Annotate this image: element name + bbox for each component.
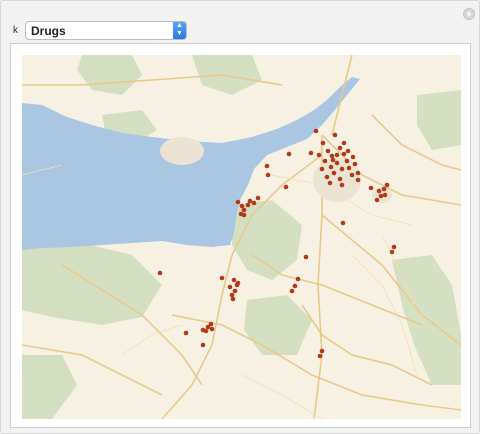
crime-marker: [208, 321, 214, 327]
chevron-updown-icon[interactable]: ▲ ▼: [173, 22, 186, 39]
crime-marker: [289, 288, 295, 294]
crime-marker: [322, 158, 328, 164]
crime-marker: [332, 132, 338, 138]
crime-marker: [264, 163, 270, 169]
crime-marker: [317, 353, 323, 359]
crime-marker: [200, 327, 206, 333]
crime-marker: [345, 148, 351, 154]
crime-marker: [340, 220, 346, 226]
crime-marker: [157, 270, 163, 276]
crime-marker: [334, 152, 340, 158]
crime-marker: [384, 182, 390, 188]
crime-marker: [330, 157, 336, 163]
crime-marker: [235, 199, 241, 205]
crime-marker: [247, 198, 253, 204]
crime-marker: [219, 275, 225, 281]
crime-marker: [303, 254, 309, 260]
crime-marker: [229, 292, 235, 298]
crime-marker: [389, 249, 395, 255]
options-icon[interactable]: [463, 8, 475, 20]
crime-marker: [339, 182, 345, 188]
crime-marker: [320, 140, 326, 146]
crime-marker: [341, 140, 347, 146]
crime-marker: [313, 128, 319, 134]
crime-marker: [232, 288, 238, 294]
crime-marker: [183, 330, 189, 336]
crime-marker: [319, 348, 325, 354]
manipulate-panel: k Drugs ▲ ▼: [0, 0, 480, 434]
select-value: Drugs: [31, 24, 66, 38]
crime-marker: [325, 148, 331, 154]
crime-marker: [328, 164, 334, 170]
crime-marker: [227, 284, 233, 290]
crime-marker: [339, 166, 345, 172]
crime-marker: [209, 326, 215, 332]
crime-marker: [376, 188, 382, 194]
crime-marker: [374, 197, 380, 203]
crime-marker: [319, 166, 325, 172]
crime-marker: [231, 277, 237, 283]
crime-marker: [350, 154, 356, 160]
crime-marker: [295, 276, 301, 282]
crime-marker: [368, 185, 374, 191]
crime-marker: [355, 177, 361, 183]
crime-marker: [346, 165, 352, 171]
crime-marker: [286, 151, 292, 157]
crime-marker: [329, 153, 335, 159]
map-graphic: [22, 55, 461, 419]
crime-marker: [239, 203, 245, 209]
crime-marker: [378, 193, 384, 199]
crime-marker: [292, 283, 298, 289]
crime-marker: [200, 342, 206, 348]
crime-marker: [316, 152, 322, 158]
crime-marker: [245, 202, 251, 208]
crime-marker: [241, 207, 247, 213]
crime-marker: [381, 186, 387, 192]
crime-marker: [324, 174, 330, 180]
crime-marker: [230, 296, 236, 302]
crime-marker: [308, 150, 314, 156]
control-label: k: [13, 25, 18, 36]
crime-marker: [349, 172, 355, 178]
crime-marker: [331, 170, 337, 176]
crime-marker: [337, 176, 343, 182]
crime-marker: [251, 200, 257, 206]
crime-marker: [355, 170, 361, 176]
crime-marker: [382, 192, 388, 198]
crime-marker: [235, 280, 241, 286]
crime-marker: [337, 145, 343, 151]
crime-marker: [344, 158, 350, 164]
crime-marker: [391, 244, 397, 250]
map-frame: [10, 43, 471, 428]
crime-marker: [352, 161, 358, 167]
crime-marker: [255, 195, 261, 201]
crime-marker: [334, 160, 340, 166]
crime-marker: [327, 180, 333, 186]
crime-map[interactable]: [22, 55, 461, 419]
crime-type-select[interactable]: Drugs ▲ ▼: [25, 21, 187, 40]
crime-marker: [265, 172, 271, 178]
crime-marker: [283, 184, 289, 190]
crime-marker: [241, 212, 247, 218]
crime-marker: [341, 151, 347, 157]
